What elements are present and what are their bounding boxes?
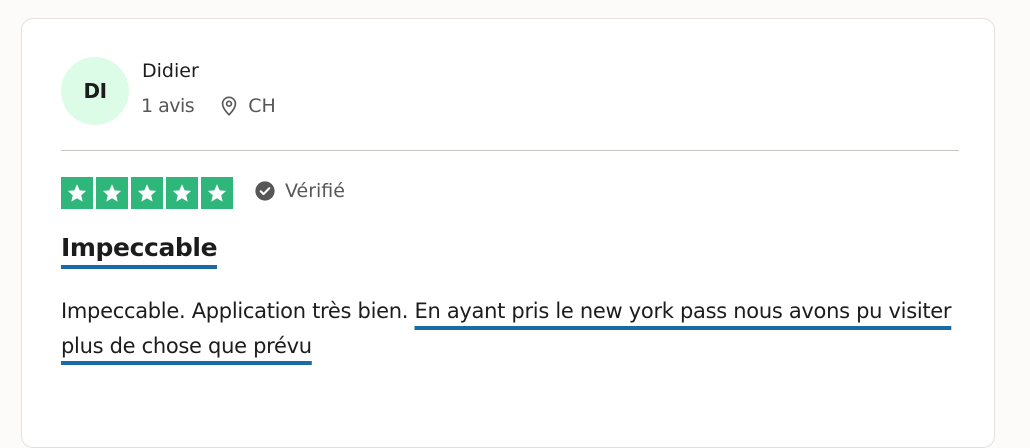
star-icon: [201, 177, 233, 209]
review-count: 1 avis: [141, 95, 195, 117]
verified-badge[interactable]: Vérifié: [254, 180, 345, 202]
map-pin-icon: [218, 95, 240, 117]
star-icon: [166, 177, 198, 209]
review-title[interactable]: Impeccable: [61, 233, 218, 269]
reviewer-country: CH: [248, 95, 276, 117]
avatar[interactable]: DI: [61, 57, 129, 125]
verified-label: Vérifié: [285, 180, 345, 202]
divider: [61, 150, 959, 151]
star-icon: [61, 177, 93, 209]
review-text: Impeccable. Application très bien.: [61, 299, 415, 323]
reviewer-meta: 1 avis CH: [141, 95, 276, 117]
star-icon: [96, 177, 128, 209]
check-circle-icon: [254, 180, 276, 202]
review-body: Impeccable. Application très bien. En ay…: [61, 294, 961, 364]
star-rating: [61, 177, 233, 209]
reviewer-name[interactable]: Didier: [142, 60, 199, 82]
avatar-initials: DI: [83, 79, 107, 103]
star-icon: [131, 177, 163, 209]
review-card: DI Didier 1 avis CH Vérifié Impeccable I…: [21, 18, 995, 448]
